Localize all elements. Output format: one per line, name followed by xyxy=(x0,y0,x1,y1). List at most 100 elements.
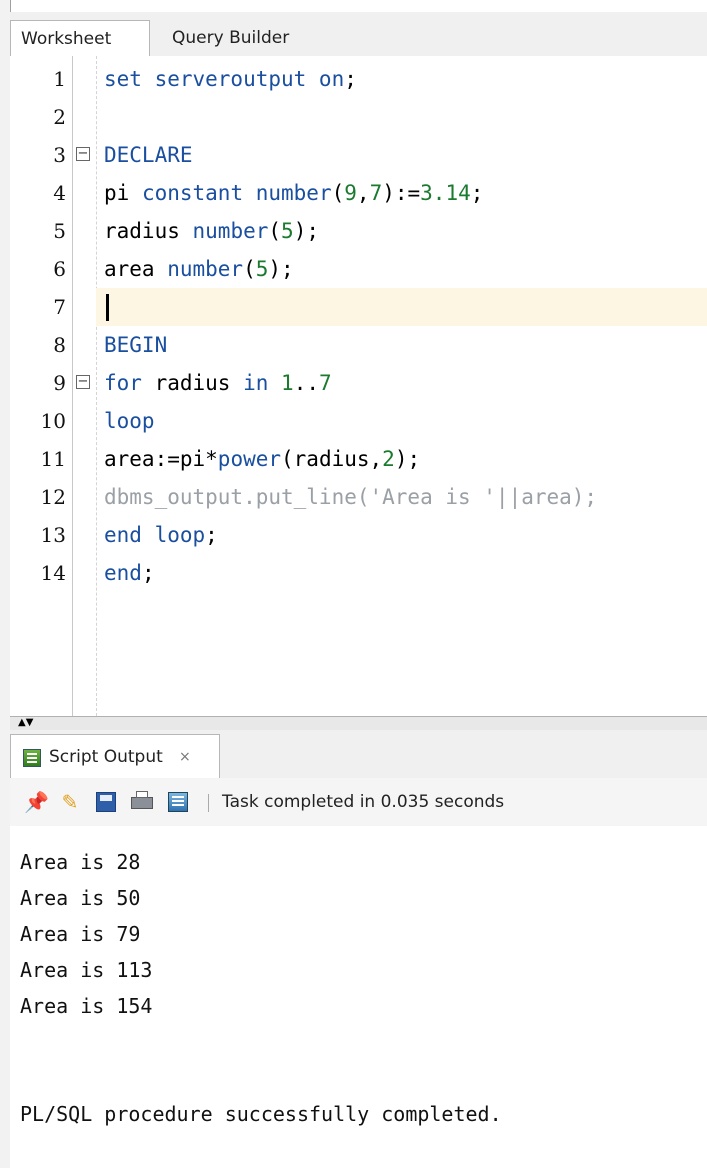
code-line[interactable]: 1 set serveroutput on; xyxy=(10,60,707,98)
script-output-area[interactable]: Area is 28 Area is 50 Area is 79 Area is 11… xyxy=(10,826,707,1168)
output-line: PL/SQL procedure successfully completed. xyxy=(20,1102,502,1126)
output-line: Area is 28 xyxy=(20,850,141,874)
code-line[interactable]: 14 end; xyxy=(10,554,707,592)
line-number: 4 xyxy=(53,181,66,205)
code-line[interactable]: 12 dbms_output.put_line('Area is '||area)… xyxy=(10,478,707,516)
task-status: Task completed in 0.035 seconds xyxy=(222,792,505,812)
code-token: in xyxy=(243,371,269,395)
pin-icon[interactable]: 📌 xyxy=(24,790,49,814)
code-token: end loop xyxy=(104,523,206,547)
code-line[interactable]: 13 end loop; xyxy=(10,516,707,554)
code-token: ; xyxy=(205,523,218,547)
script-output-icon xyxy=(23,749,41,767)
code-token: ); xyxy=(394,447,421,471)
output-line: Area is 79 xyxy=(20,922,141,946)
code-line[interactable]: 3− DECLARE xyxy=(10,136,707,174)
line-number: 7 xyxy=(53,295,66,319)
code-line[interactable]: 4 pi constant number(9,7):=3.14; xyxy=(10,174,707,212)
line-number: 5 xyxy=(53,219,66,243)
code-line[interactable]: 7 xyxy=(10,288,707,326)
code-token: constant number xyxy=(141,181,332,205)
code-text: end loop; xyxy=(104,516,218,554)
line-number: 14 xyxy=(40,561,66,585)
script-output-tab-label: Script Output xyxy=(49,747,163,767)
worksheet-tabbar: Worksheet Query Builder xyxy=(10,12,707,57)
line-number: 8 xyxy=(53,333,66,357)
code-token: (radius, xyxy=(281,447,383,471)
code-text: dbms_output.put_line('Area is '||area); xyxy=(104,478,597,516)
code-token: for xyxy=(104,371,142,395)
fold-toggle-icon[interactable]: − xyxy=(76,375,90,389)
code-token: ):= xyxy=(382,181,421,205)
code-line[interactable]: 10 loop xyxy=(10,402,707,440)
fold-toggle-icon[interactable]: − xyxy=(76,147,90,161)
code-token: 5 xyxy=(281,219,294,243)
code-line[interactable]: 11 area:=pi*power(radius,2); xyxy=(10,440,707,478)
tab-query-builder[interactable]: Query Builder xyxy=(162,20,299,56)
code-token: BEGIN xyxy=(104,333,168,357)
code-token: 5 xyxy=(255,257,269,281)
code-text: area number(5); xyxy=(104,250,294,288)
code-token: 7 xyxy=(369,181,383,205)
code-token: 9 xyxy=(344,181,357,205)
line-number: 3 xyxy=(53,143,66,167)
print-icon[interactable] xyxy=(130,790,154,814)
eraser-icon[interactable]: ✎ xyxy=(58,790,82,814)
code-text: BEGIN xyxy=(104,326,167,364)
code-token: ; xyxy=(141,561,155,585)
code-token: loop xyxy=(104,409,155,433)
code-text: end; xyxy=(104,554,155,592)
code-token: area xyxy=(104,257,168,281)
code-token: ; xyxy=(470,181,484,205)
line-number: 12 xyxy=(40,485,66,509)
code-text: pi constant number(9,7):=3.14; xyxy=(104,174,483,212)
tab-worksheet[interactable]: Worksheet xyxy=(10,20,150,57)
output-line: Area is 50 xyxy=(20,886,141,910)
code-text: set serveroutput on; xyxy=(104,60,357,98)
output-tabbar: Script Output × xyxy=(10,730,707,778)
code-token: 2 xyxy=(382,447,395,471)
code-line[interactable]: 5 radius number(5); xyxy=(10,212,707,250)
code-token: number xyxy=(192,219,269,243)
text-caret xyxy=(106,294,109,321)
line-number: 2 xyxy=(53,105,66,129)
output-line: Area is 154 xyxy=(20,994,153,1018)
code-token: 1 xyxy=(281,371,294,395)
tab-script-output[interactable]: Script Output × xyxy=(10,734,220,778)
code-token: ( xyxy=(243,257,256,281)
script-icon[interactable] xyxy=(166,790,190,814)
line-number: 11 xyxy=(40,447,66,471)
line-number: 9 xyxy=(53,371,66,395)
code-token: radius xyxy=(104,219,193,243)
save-icon[interactable] xyxy=(94,790,118,814)
split-arrows-icon[interactable]: ▲▼ xyxy=(18,717,33,729)
code-line[interactable]: 2 xyxy=(10,98,707,136)
code-token: dbms_output.put_line('Area is '||area); xyxy=(104,485,598,509)
code-token: number xyxy=(167,257,244,281)
code-token: DECLARE xyxy=(104,143,193,167)
code-token: .. xyxy=(293,371,319,395)
code-text: loop xyxy=(104,402,155,440)
code-token: ); xyxy=(268,257,294,281)
code-token: , xyxy=(356,181,370,205)
code-token: radius xyxy=(141,371,244,395)
code-token: ( xyxy=(268,219,282,243)
code-line[interactable]: 6 area number(5); xyxy=(10,250,707,288)
close-icon[interactable]: × xyxy=(179,735,191,779)
code-editor[interactable]: 1 set serveroutput on; 2 3− DECLARE 4 pi const… xyxy=(10,56,707,716)
code-text: area:=pi*power(radius,2); xyxy=(104,440,420,478)
line-number: 1 xyxy=(53,67,66,91)
code-token: ); xyxy=(293,219,319,243)
code-token: 7 xyxy=(319,371,332,395)
code-token: pi xyxy=(104,181,142,205)
code-token: end xyxy=(104,561,142,585)
code-token: set serveroutput on xyxy=(104,67,345,91)
code-line[interactable]: 9− for radius in 1..7 xyxy=(10,364,707,402)
toolbar-separator xyxy=(208,794,209,812)
code-line[interactable]: 8 BEGIN xyxy=(10,326,707,364)
output-toolbar: 📌 ✎ Task completed in 0.035 seconds xyxy=(10,778,707,827)
code-text: DECLARE xyxy=(104,136,193,174)
output-line: Area is 113 xyxy=(20,958,153,982)
code-token: ( xyxy=(331,181,345,205)
code-token: power xyxy=(217,447,282,471)
